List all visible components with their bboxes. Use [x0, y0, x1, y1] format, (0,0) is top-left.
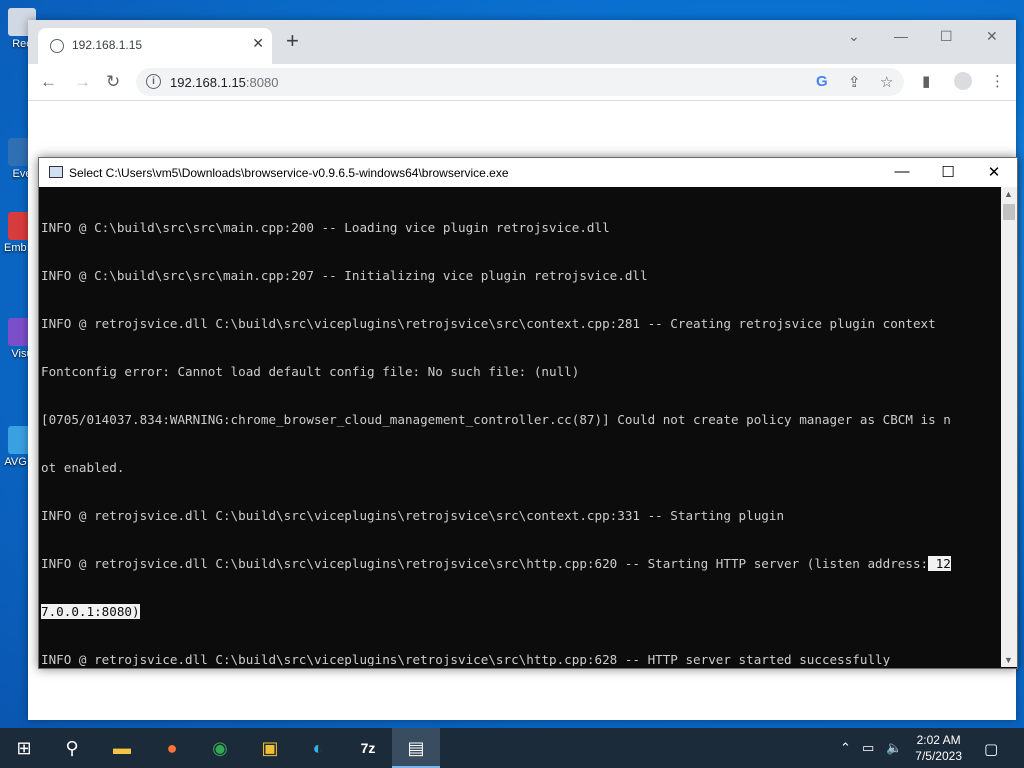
- file-explorer-icon[interactable]: ▬: [98, 728, 146, 768]
- scroll-down-arrow-icon[interactable]: ▼: [1004, 655, 1013, 665]
- scroll-up-arrow-icon[interactable]: ▲: [1004, 189, 1013, 199]
- console-line: Fontconfig error: Cannot load default co…: [41, 364, 580, 379]
- edge-icon[interactable]: ◐: [294, 728, 342, 768]
- profile-avatar-icon[interactable]: [954, 72, 972, 90]
- console-maximize-button[interactable]: ☐: [933, 163, 963, 181]
- console-window: Select C:\Users\vm5\Downloads\browservic…: [38, 157, 1018, 669]
- 7zip-icon[interactable]: 7z: [344, 728, 392, 768]
- console-close-button[interactable]: ✕: [979, 163, 1009, 181]
- taskbar: ⊞ ⚲ ▬ ● ◉ ▣ ◐ 7z ▤ ⌃ ▭ 🔈 2:02 AM 7/5/202…: [0, 728, 1024, 768]
- bookmark-star-icon[interactable]: ☆: [880, 73, 893, 91]
- console-titlebar[interactable]: Select C:\Users\vm5\Downloads\browservic…: [39, 158, 1017, 187]
- console-line-text: INFO @ retrojsvice.dll C:\build\src\vice…: [41, 556, 929, 571]
- menu-kebab-icon[interactable]: ⋮: [990, 72, 1005, 90]
- forward-button[interactable]: →: [74, 72, 91, 92]
- address-bar[interactable]: i 192.168.1.15:8080 G ⇪ ☆: [136, 68, 904, 96]
- tab-close-button[interactable]: ✕: [252, 35, 264, 52]
- maximize-button[interactable]: ☐: [940, 28, 953, 45]
- reload-button[interactable]: ↻: [106, 72, 120, 92]
- url-text[interactable]: 192.168.1.15:8080: [170, 75, 278, 90]
- console-line: INFO @ C:\build\src\src\main.cpp:200 -- …: [41, 220, 610, 235]
- console-line-selected-start: INFO @ retrojsvice.dll C:\build\src\vice…: [41, 556, 1001, 572]
- console-line: INFO @ retrojsvice.dll C:\build\src\vice…: [41, 316, 936, 331]
- chrome-icon[interactable]: ◉: [196, 728, 244, 768]
- share-icon[interactable]: ⇪: [848, 73, 861, 91]
- site-info-icon[interactable]: i: [146, 74, 161, 89]
- console-output[interactable]: INFO @ C:\build\src\src\main.cpp:200 -- …: [41, 188, 1001, 666]
- url-host: 192.168.1.15: [170, 75, 246, 90]
- console-title: Select C:\Users\vm5\Downloads\browservic…: [69, 166, 509, 180]
- selected-text: 7.0.0.1:8080): [41, 604, 140, 619]
- start-button[interactable]: ⊞: [0, 728, 48, 768]
- firefox-icon[interactable]: ●: [148, 728, 196, 768]
- console-line: INFO @ retrojsvice.dll C:\build\src\vice…: [41, 508, 785, 523]
- console-line: INFO @ C:\build\src\src\main.cpp:207 -- …: [41, 268, 648, 283]
- volume-muted-icon[interactable]: 🔈: [886, 740, 902, 756]
- back-button[interactable]: ←: [40, 72, 57, 92]
- console-app-icon: [49, 166, 63, 178]
- minimize-button[interactable]: —: [894, 28, 908, 44]
- console-line: [0705/014037.834:WARNING:chrome_browser_…: [41, 412, 951, 427]
- store-icon[interactable]: ▣: [246, 728, 294, 768]
- tab-strip: 192.168.1.15 ✕ + ⌄ — ☐ ✕: [28, 20, 1016, 64]
- clock[interactable]: 2:02 AM 7/5/2023: [915, 732, 962, 764]
- new-tab-button[interactable]: +: [286, 30, 299, 52]
- console-minimize-button[interactable]: —: [887, 163, 917, 180]
- url-port: :8080: [245, 75, 279, 90]
- tab-title: 192.168.1.15: [72, 38, 143, 52]
- browser-tab[interactable]: 192.168.1.15 ✕: [38, 28, 272, 64]
- console-scrollbar[interactable]: ▲ ▼: [1001, 187, 1017, 667]
- close-window-button[interactable]: ✕: [986, 28, 998, 45]
- console-line: INFO @ retrojsvice.dll C:\build\src\vice…: [41, 652, 891, 666]
- search-icon[interactable]: ⚲: [48, 728, 96, 768]
- notifications-icon[interactable]: ▢: [984, 740, 998, 758]
- chevron-up-icon[interactable]: ⌃: [840, 740, 851, 756]
- console-line: ot enabled.: [41, 460, 125, 475]
- tab-search-icon[interactable]: ⌄: [848, 28, 860, 45]
- console-taskbar-icon[interactable]: ▤: [392, 728, 440, 768]
- clock-date: 7/5/2023: [915, 749, 962, 763]
- browser-toolbar: ← → ↻ i 192.168.1.15:8080 G ⇪ ☆ ▮ ⋮: [28, 64, 1016, 101]
- network-icon[interactable]: ▭: [862, 740, 874, 756]
- globe-icon: [50, 39, 64, 53]
- scroll-thumb[interactable]: [1003, 204, 1015, 220]
- side-panel-icon[interactable]: ▮: [922, 72, 930, 90]
- console-line-selected: 7.0.0.1:8080): [41, 604, 1001, 620]
- selected-text: 12: [928, 556, 951, 571]
- clock-time: 2:02 AM: [916, 733, 961, 747]
- google-lens-icon[interactable]: G: [816, 73, 828, 90]
